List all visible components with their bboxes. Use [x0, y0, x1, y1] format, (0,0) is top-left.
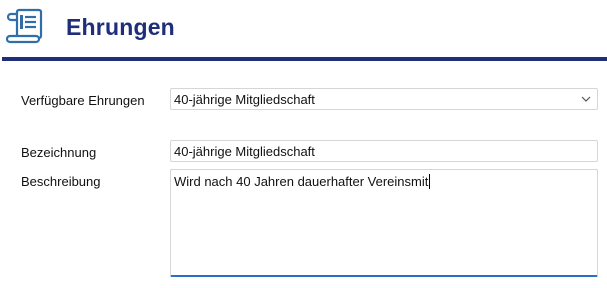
description-text: Wird nach 40 Jahren dauerhafter Vereinsm…	[174, 174, 429, 189]
name-label: Bezeichnung	[21, 145, 97, 160]
name-field[interactable]: 40-jährige Mitgliedschaft	[170, 140, 598, 162]
name-field-value: 40-jährige Mitgliedschaft	[174, 144, 315, 159]
available-honors-label: Verfügbare Ehrungen	[21, 93, 145, 108]
description-textarea[interactable]: Wird nach 40 Jahren dauerhafter Vereinsm…	[170, 169, 598, 277]
description-label: Beschreibung	[21, 174, 101, 189]
available-honors-selected: 40-jährige Mitgliedschaft	[174, 92, 315, 107]
text-caret	[429, 174, 431, 189]
available-honors-dropdown[interactable]: 40-jährige Mitgliedschaft	[170, 88, 598, 110]
chevron-down-icon	[581, 96, 591, 102]
page-title: Ehrungen	[66, 14, 175, 40]
scroll-list-icon	[6, 8, 43, 44]
header-divider	[2, 57, 607, 61]
page-header: Ehrungen	[0, 0, 607, 61]
